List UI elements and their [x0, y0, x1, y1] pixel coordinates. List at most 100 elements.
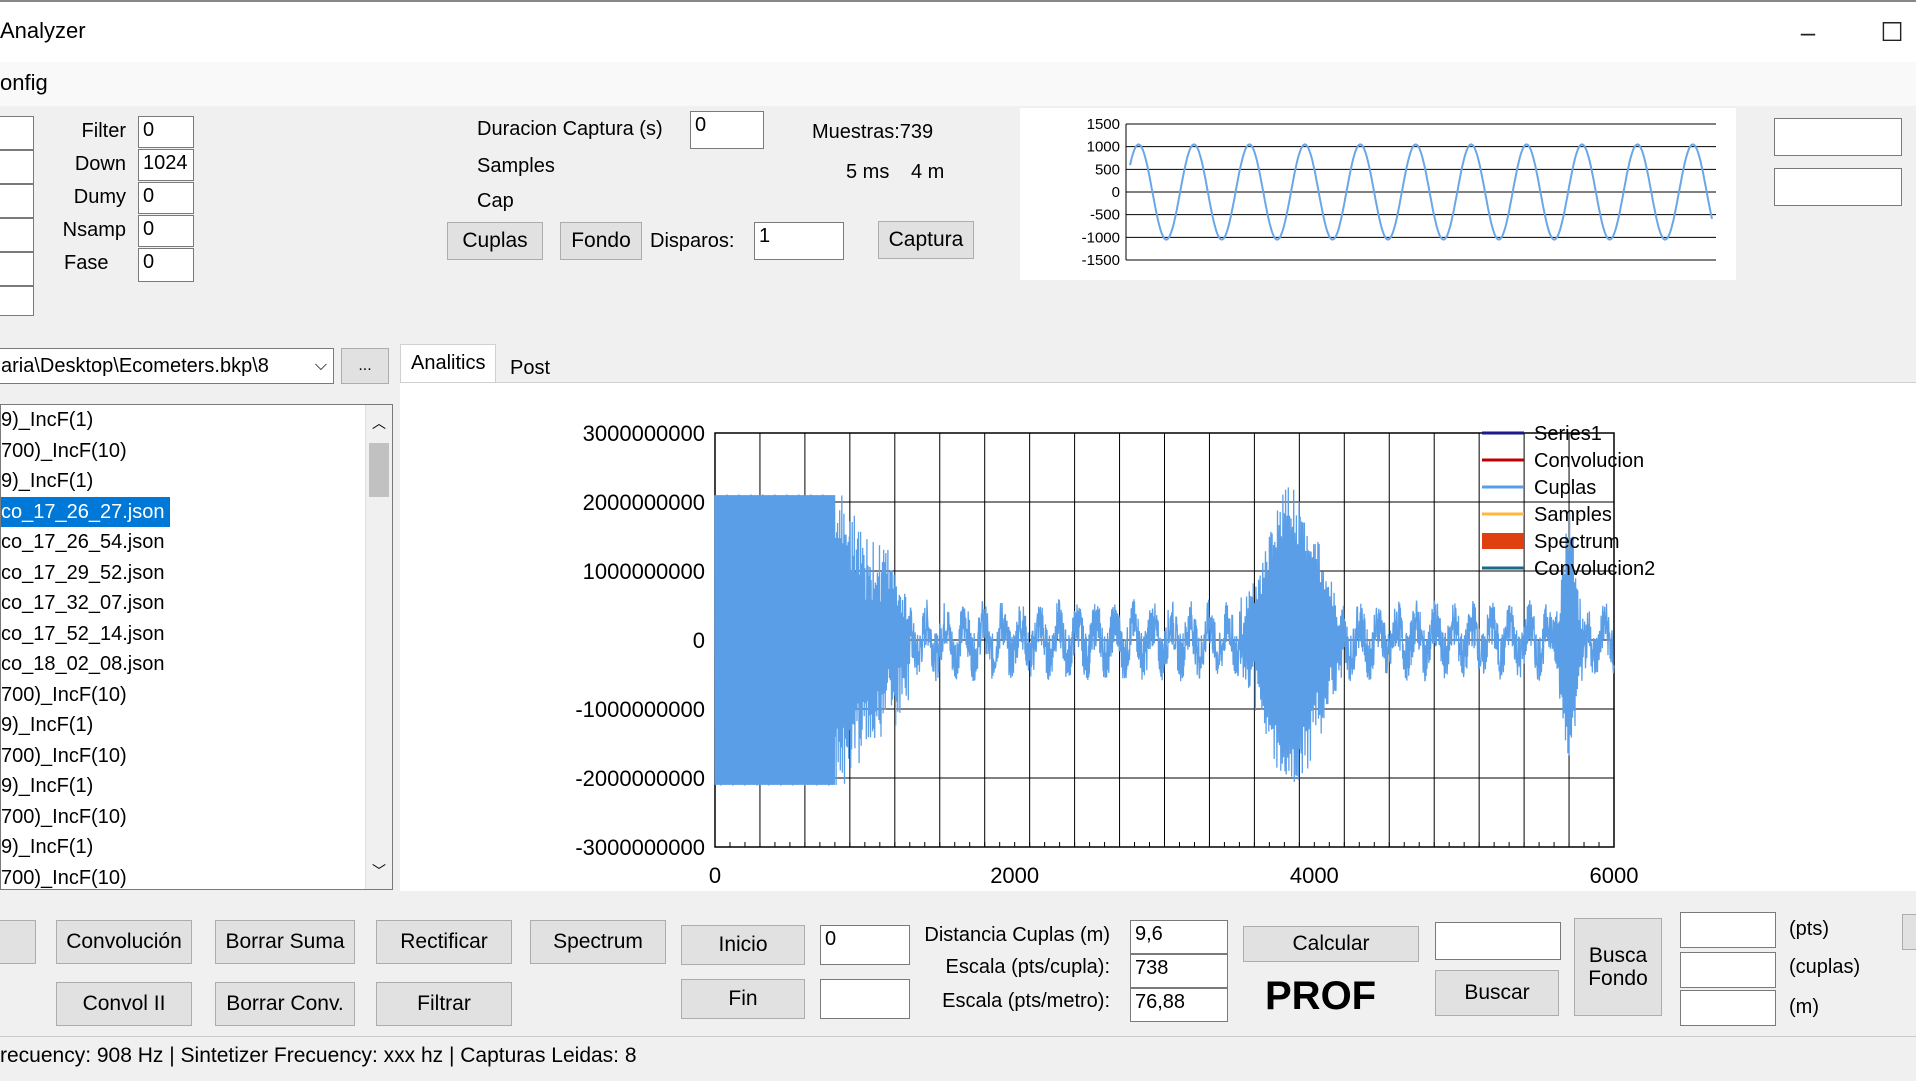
legend-label: Series1: [1534, 423, 1602, 445]
list-item[interactable]: co_17_26_27.json: [1, 496, 392, 527]
disparos-input[interactable]: 1: [754, 222, 844, 260]
status-text: recuency: 908 Hz | Sintetizer Frecuency:…: [0, 1044, 637, 1067]
list-item[interactable]: 700)_IncF(10): [1, 863, 392, 890]
distancia-input[interactable]: 9,6: [1130, 920, 1228, 954]
busca-fondo-button[interactable]: Busca Fondo: [1574, 918, 1662, 1016]
filter-label: Filter: [81, 120, 126, 142]
list-item[interactable]: 700)_IncF(10): [1, 802, 392, 833]
legend-label: Convolucion2: [1534, 558, 1655, 580]
list-item[interactable]: 9)_IncF(1): [1, 771, 392, 802]
mini-tick-label: 500: [1095, 161, 1120, 178]
fin-button[interactable]: Fin: [681, 979, 805, 1019]
left-input-1[interactable]: [0, 116, 34, 150]
list-item[interactable]: 9)_IncF(1): [1, 710, 392, 741]
browse-button[interactable]: ...: [341, 348, 389, 384]
title-bar: [0, 0, 1916, 62]
list-item[interactable]: co_17_29_52.json: [1, 558, 392, 589]
rectificar-button[interactable]: Rectificar: [376, 920, 512, 964]
maximize-button[interactable]: ☐: [1872, 12, 1912, 52]
list-item[interactable]: co_18_02_08.json: [1, 649, 392, 680]
cuplas-input[interactable]: [1680, 952, 1776, 988]
tab-analitics[interactable]: Analitics: [400, 344, 497, 384]
left-input-3[interactable]: [0, 184, 34, 218]
list-item-label: 700)_IncF(10): [1, 805, 127, 828]
nsamp-input[interactable]: 0: [138, 215, 194, 247]
down-input[interactable]: 1024: [138, 149, 194, 181]
duracion-input[interactable]: 0: [690, 111, 764, 149]
list-item[interactable]: 700)_IncF(10): [1, 741, 392, 772]
inicio-button[interactable]: Inicio: [681, 925, 805, 965]
convolucion-button[interactable]: Convolución: [56, 920, 192, 964]
minimize-button[interactable]: –: [1788, 12, 1828, 52]
list-item[interactable]: 9)_IncF(1): [1, 466, 392, 497]
dumy-input[interactable]: 0: [138, 182, 194, 214]
list-item-label: 700)_IncF(10): [1, 439, 127, 462]
escala-cupla-label: Escala (pts/cupla):: [945, 956, 1110, 978]
list-item-label: co_17_26_54.json: [1, 531, 165, 553]
mini-tick-label: 0: [1112, 184, 1120, 201]
samples-label: Samples: [477, 155, 555, 177]
filtrar-button[interactable]: Filtrar: [376, 982, 512, 1026]
buscar-button[interactable]: Buscar: [1435, 970, 1559, 1016]
inicio-input[interactable]: 0: [820, 925, 910, 965]
right-input-2[interactable]: [1774, 168, 1902, 206]
list-scrollbar[interactable]: ︿ ﹀: [365, 405, 392, 889]
list-item-label: 9)_IncF(1): [1, 836, 94, 858]
captura-button[interactable]: Captura: [878, 221, 974, 259]
list-item-label: 700)_IncF(10): [1, 683, 127, 706]
list-item-label: co_17_52_14.json: [1, 622, 165, 645]
list-item[interactable]: co_17_32_07.json: [1, 588, 392, 619]
fin-input[interactable]: [820, 979, 910, 1019]
left-input-5[interactable]: [0, 252, 34, 286]
tab-post[interactable]: Post: [500, 350, 560, 386]
scroll-thumb[interactable]: [369, 443, 389, 497]
partial-right-button[interactable]: [1902, 914, 1916, 950]
chevron-down-icon[interactable]: ⌵: [315, 357, 327, 375]
scroll-up-icon[interactable]: ︿: [372, 413, 386, 433]
down-label: Down: [74, 153, 126, 175]
list-item-label: 9)_IncF(1): [1, 714, 94, 736]
left-input-4[interactable]: [0, 218, 34, 252]
spectrum-button[interactable]: Spectrum: [530, 920, 666, 964]
pts-input[interactable]: [1680, 912, 1776, 948]
window-title: Analyzer: [0, 18, 86, 43]
nsamp-label: Nsamp: [62, 219, 126, 241]
muestras-label: Muestras:739: [812, 121, 934, 143]
cap-label: Cap: [477, 190, 514, 212]
partial-left-button[interactable]: [0, 920, 36, 964]
fondo-button[interactable]: Fondo: [560, 222, 642, 260]
escala-metro-label: Escala (pts/metro):: [942, 990, 1110, 1012]
convol-ii-button[interactable]: Convol II: [56, 982, 192, 1026]
file-list[interactable]: 9)_IncF(1) 700)_IncF(10) 9)_IncF(1) co_17_2…: [0, 404, 393, 890]
y-tick-label: 3000000000: [583, 421, 705, 446]
path-combobox[interactable]: aria\Desktop\Ecometers.bkp\8 ⌵: [0, 348, 334, 384]
dumy-label: Dumy: [73, 186, 126, 208]
m-input[interactable]: [1680, 990, 1776, 1026]
filter-input[interactable]: 0: [138, 116, 194, 148]
left-input-2[interactable]: [0, 150, 34, 184]
borrar-conv-button[interactable]: Borrar Conv.: [215, 982, 355, 1026]
scroll-down-icon[interactable]: ﹀: [372, 861, 386, 881]
legend-swatch: [1482, 533, 1524, 549]
list-item[interactable]: co_17_52_14.json: [1, 619, 392, 650]
buscar-input[interactable]: [1435, 922, 1561, 960]
list-item[interactable]: 9)_IncF(1): [1, 832, 392, 863]
list-item[interactable]: co_17_26_54.json: [1, 527, 392, 558]
left-input-6[interactable]: [0, 286, 34, 316]
list-item[interactable]: 700)_IncF(10): [1, 680, 392, 711]
cuplas-button[interactable]: Cuplas: [447, 222, 543, 260]
distancia-label: Distancia Cuplas (m): [924, 924, 1110, 946]
escala-cupla-input[interactable]: 738: [1130, 954, 1228, 988]
menu-config[interactable]: onfig: [0, 70, 48, 96]
calcular-button[interactable]: Calcular: [1243, 926, 1419, 962]
mini-chart-panel: 1500 1000 500 0 -500 -1000 -1500: [1020, 108, 1736, 280]
list-item[interactable]: 700)_IncF(10): [1, 436, 392, 467]
borrar-suma-button[interactable]: Borrar Suma: [215, 920, 355, 964]
list-item[interactable]: 9)_IncF(1): [1, 405, 392, 436]
path-value: aria\Desktop\Ecometers.bkp\8: [1, 354, 269, 377]
fase-input[interactable]: 0: [138, 248, 194, 282]
right-input-1[interactable]: [1774, 118, 1902, 156]
x-tick-label: 2000: [990, 863, 1039, 888]
pts-label: (pts): [1789, 918, 1829, 940]
escala-metro-input[interactable]: 76,88: [1130, 988, 1228, 1022]
